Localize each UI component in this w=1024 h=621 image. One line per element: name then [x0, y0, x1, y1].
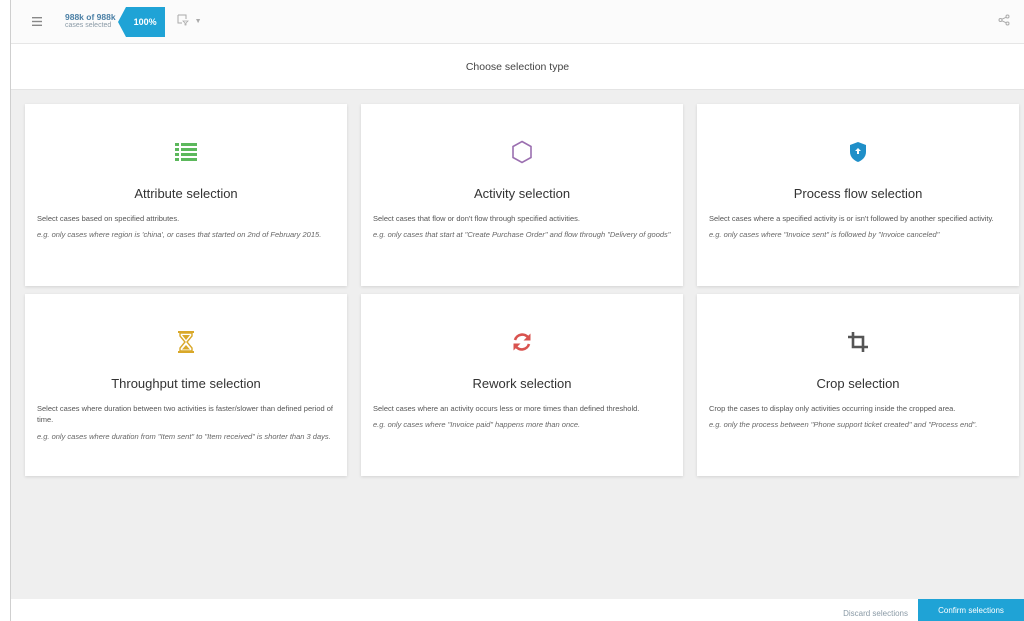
case-count: 988k of 988k [65, 11, 116, 22]
shield-icon [709, 132, 1007, 172]
case-count-label: cases selected [65, 22, 112, 30]
chevron-down-icon[interactable]: ▼ [195, 18, 202, 25]
activity-selection-card[interactable]: Activity selection Select cases that flo… [361, 104, 683, 286]
card-example: e.g. only cases where "Invoice sent" is … [709, 230, 940, 240]
crop-icon [709, 322, 1007, 362]
selection-type-grid: Attribute selection Select cases based o… [25, 104, 1019, 476]
attribute-selection-card[interactable]: Attribute selection Select cases based o… [25, 104, 347, 286]
card-example: e.g. only cases where "Invoice paid" hap… [373, 420, 581, 430]
list-icon [37, 132, 335, 172]
card-title: Attribute selection [134, 186, 238, 201]
card-description: Select cases that flow or don't flow thr… [373, 214, 580, 223]
card-example: e.g. only cases where duration from "Ite… [37, 431, 331, 441]
discard-selections-button[interactable]: Discard selections [843, 609, 908, 618]
card-description: Select cases based on specified attribut… [37, 214, 180, 223]
app-frame: 988k of 988k cases selected 100% ▼ Choos… [10, 0, 1024, 621]
card-description: Crop the cases to display only activitie… [709, 404, 956, 413]
crop-selection-card[interactable]: Crop selection Crop the cases to display… [697, 294, 1019, 476]
filter-icon[interactable] [177, 14, 189, 29]
refresh-icon [373, 322, 671, 362]
card-title: Crop selection [816, 376, 900, 391]
hourglass-icon [37, 322, 335, 362]
rework-selection-card[interactable]: Rework selection Select cases where an a… [361, 294, 683, 476]
card-title: Rework selection [472, 376, 572, 391]
page-title: Choose selection type [465, 60, 570, 73]
share-icon[interactable] [998, 14, 1010, 29]
card-description: Select cases where an activity occurs le… [373, 404, 640, 413]
card-description: Select cases where a specified activity … [709, 214, 994, 223]
card-title: Throughput time selection [111, 376, 261, 391]
confirm-selections-button[interactable]: Confirm selections [918, 599, 1024, 621]
card-description: Select cases where duration between two … [37, 404, 333, 425]
selection-percent-badge: 100% [117, 6, 165, 37]
case-counter[interactable]: 988k of 988k cases selected [65, 11, 116, 31]
top-toolbar: 988k of 988k cases selected 100% ▼ [11, 0, 1024, 44]
footer-bar: Discard selections Confirm selections [11, 599, 1024, 621]
card-title: Activity selection [473, 186, 571, 201]
selection-type-header: Choose selection type [11, 44, 1024, 90]
throughput-time-selection-card[interactable]: Throughput time selection Select cases w… [25, 294, 347, 476]
hexagon-icon [373, 132, 671, 172]
card-example: e.g. only the process between "Phone sup… [709, 420, 978, 430]
process-flow-selection-card[interactable]: Process flow selection Select cases wher… [697, 104, 1019, 286]
hamburger-icon[interactable] [23, 8, 51, 36]
card-example: e.g. only cases where region is 'china',… [37, 230, 322, 240]
card-title: Process flow selection [793, 186, 923, 201]
card-example: e.g. only cases that start at "Create Pu… [373, 230, 671, 240]
